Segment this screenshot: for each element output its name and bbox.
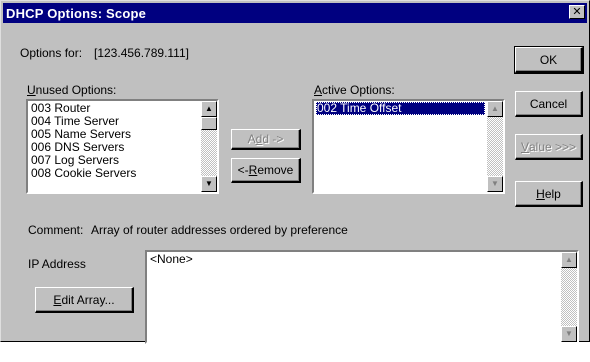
ip-address-list[interactable]: <None> ▲ ▼ xyxy=(145,250,579,344)
unused-options-listbox[interactable]: 003 Router 004 Time Server 005 Name Serv… xyxy=(26,99,219,194)
ip-scrollbar[interactable]: ▲ ▼ xyxy=(561,252,577,342)
window-title: DHCP Options: Scope xyxy=(6,6,147,21)
unused-scrollbar[interactable]: ▲ ▼ xyxy=(201,101,217,192)
unused-option-item[interactable]: 008 Cookie Servers xyxy=(30,167,199,180)
close-icon[interactable]: ✕ xyxy=(569,5,585,19)
dhcp-options-dialog: DHCP Options: Scope ✕ Options for: [123.… xyxy=(0,0,590,344)
ip-address-label: IP Address xyxy=(28,257,86,271)
cancel-button[interactable]: Cancel xyxy=(515,91,583,117)
scroll-up-icon[interactable]: ▲ xyxy=(561,252,577,268)
active-options-listbox[interactable]: 002 Time Offset ▲ ▼ xyxy=(312,99,505,194)
remove-button[interactable]: <- Remove xyxy=(231,158,301,183)
comment-label: Comment: xyxy=(28,223,84,237)
scroll-down-icon[interactable]: ▼ xyxy=(201,176,217,192)
add-button[interactable]: Add -> xyxy=(231,129,301,150)
active-options-label: Active Options: xyxy=(314,83,395,97)
scroll-down-icon[interactable]: ▼ xyxy=(561,326,577,342)
scroll-down-icon[interactable]: ▼ xyxy=(487,176,503,192)
scroll-up-icon[interactable]: ▲ xyxy=(201,101,217,117)
help-button[interactable]: Help xyxy=(515,181,583,207)
active-option-item[interactable]: 002 Time Offset xyxy=(316,102,485,115)
unused-options-label: Unused Options: xyxy=(27,83,117,97)
options-for-label: Options for: xyxy=(20,46,83,60)
title-bar[interactable]: DHCP Options: Scope ✕ xyxy=(3,3,587,23)
scroll-thumb[interactable] xyxy=(201,117,217,130)
comment-text: Array of router addresses ordered by pre… xyxy=(91,223,348,237)
active-scrollbar[interactable]: ▲ ▼ xyxy=(487,101,503,192)
ip-address-item[interactable]: <None> xyxy=(149,253,559,266)
edit-array-button[interactable]: Edit Array... xyxy=(35,287,134,313)
options-for-value: [123.456.789.111] xyxy=(94,46,189,60)
ok-button[interactable]: OK xyxy=(514,46,584,74)
value-button[interactable]: Value >>> xyxy=(515,134,583,160)
scroll-up-icon[interactable]: ▲ xyxy=(487,101,503,117)
